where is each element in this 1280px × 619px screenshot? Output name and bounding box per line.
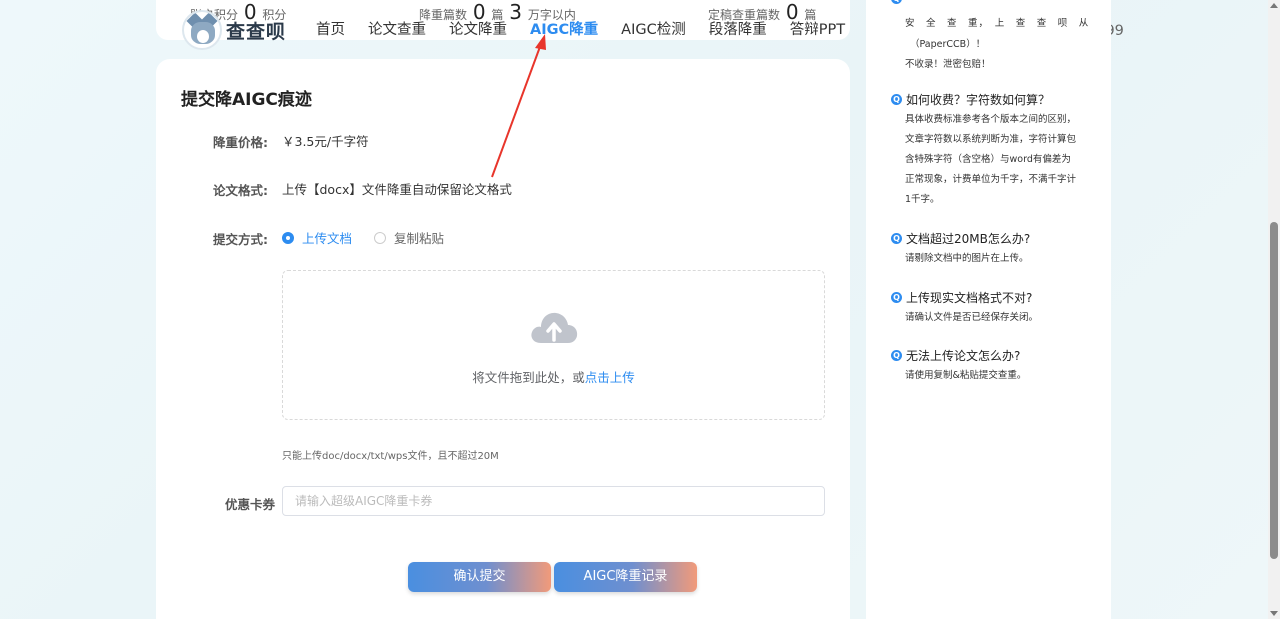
- coupon-label: 优惠卡券: [225, 497, 276, 512]
- faq-question-2[interactable]: Q 文档超过20MB怎么办?: [891, 230, 1030, 247]
- nav-item[interactable]: 论文查重: [368, 18, 426, 39]
- faq-top-question: Q: [891, 0, 906, 4]
- faq-question-text: 文档超过20MB怎么办?: [906, 232, 1031, 246]
- question-icon: Q: [891, 350, 902, 361]
- cloud-upload-icon: [531, 312, 578, 343]
- scroll-thumb[interactable]: [1270, 222, 1278, 559]
- faq-top-line-1: 安 全 查 重， 上 查 查 呗 从: [905, 18, 1090, 29]
- price-value: ￥3.5元/千字符: [282, 134, 369, 149]
- format-value: 上传【docx】文件降重自动保留论文格式: [282, 182, 512, 197]
- click-upload-link[interactable]: 点击上传: [585, 370, 635, 385]
- aigc-records-button[interactable]: AIGC降重记录: [554, 562, 697, 592]
- nav-item[interactable]: 首页: [316, 18, 345, 39]
- main-card: 提交降AIGC痕迹 降重价格: ￥3.5元/千字符 论文格式: 上传【docx】…: [156, 59, 850, 619]
- logo-text: 查查呗: [226, 20, 287, 43]
- upload-instruction: 将文件拖到此处，或: [472, 370, 585, 385]
- faq-question-3[interactable]: Q 上传现实文档格式不对?: [891, 289, 1032, 306]
- faq-question-text: 如何收费？字符数如何算？: [906, 93, 1051, 107]
- radio-icon: [374, 231, 386, 244]
- question-icon: Q: [891, 94, 902, 105]
- upload-hint: 只能上传doc/docx/txt/wps文件，且不超过20M: [282, 451, 499, 462]
- nav-item[interactable]: AIGC检测: [621, 18, 686, 39]
- faq-top-line-3: 不收录！泄密包赔！: [905, 59, 991, 70]
- upload-text: 将文件拖到此处，或点击上传: [283, 367, 824, 386]
- faq-answer-1: 具体收费标准参考各个版本之间的区别，文章字符数以系统判断为准，字符计算包含特殊字…: [905, 114, 1077, 205]
- upload-dropzone[interactable]: 将文件拖到此处，或点击上传: [282, 270, 825, 420]
- radio-copy-paste[interactable]: 复制粘贴: [374, 228, 444, 247]
- radio-icon: [282, 231, 294, 244]
- scroll-up-arrow-icon[interactable]: [1270, 3, 1278, 8]
- faq-answer-3: 请确认文件是否已经保存关闭。: [905, 312, 1039, 323]
- faq-answer-2: 请剔除文档中的图片在上传。: [905, 253, 1029, 264]
- faq-answer-4: 请使用复制&粘贴提交查重。: [905, 370, 1027, 381]
- faq-question-4[interactable]: Q 无法上传论文怎么办?: [891, 347, 1020, 364]
- faq-question-1[interactable]: Q 如何收费？字符数如何算？: [891, 91, 1050, 108]
- question-icon: Q: [891, 0, 902, 4]
- page-scrollbar[interactable]: [1268, 0, 1280, 619]
- question-icon: Q: [891, 292, 902, 303]
- faq-question-text: 上传现实文档格式不对?: [906, 291, 1033, 305]
- nav-item[interactable]: AIGC降重: [530, 18, 598, 39]
- nav-item[interactable]: 段落降重: [709, 18, 767, 39]
- radio-paste-label: 复制粘贴: [394, 231, 445, 246]
- page-title: 提交降AIGC痕迹: [181, 90, 312, 110]
- nav-item[interactable]: 论文降重: [449, 18, 507, 39]
- scroll-down-arrow-icon[interactable]: [1270, 611, 1278, 616]
- submit-button[interactable]: 确认提交: [408, 562, 551, 592]
- radio-upload-document[interactable]: 上传文档: [282, 228, 352, 247]
- radio-upload-label: 上传文档: [302, 231, 353, 246]
- faq-top-line-2: （PaperCCB）！: [910, 39, 986, 50]
- format-label: 论文格式:: [213, 183, 268, 198]
- faq-question-text: 无法上传论文怎么办?: [906, 349, 1021, 363]
- nav-item[interactable]: 答辩PPT: [790, 18, 845, 39]
- question-icon: Q: [891, 233, 902, 244]
- coupon-input[interactable]: [282, 486, 825, 516]
- price-label: 降重价格:: [213, 135, 268, 150]
- site-logo[interactable]: 查查呗: [182, 10, 286, 50]
- dog-logo-icon: [182, 10, 222, 50]
- method-label: 提交方式:: [213, 232, 268, 247]
